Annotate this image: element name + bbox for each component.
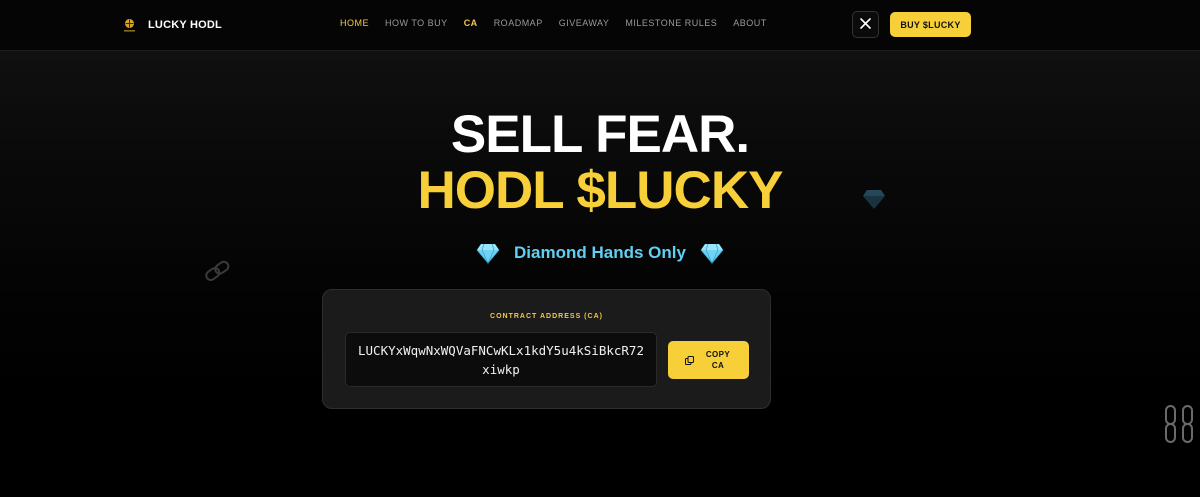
- contract-address-card: CONTRACT ADDRESS (CA) LUCKYxWqwNxWQVaFNC…: [322, 289, 771, 409]
- page: LUCKY HODL HOME HOW TO BUY CA ROADMAP GI…: [0, 0, 1200, 497]
- tagline-text: Diamond Hands Only: [514, 243, 686, 262]
- diamond-icon: [476, 242, 500, 264]
- nav-links: HOME HOW TO BUY CA ROADMAP GIVEAWAY MILE…: [340, 18, 767, 28]
- brand-name: LUCKY HODL: [148, 19, 222, 31]
- diamond-icon: [862, 188, 886, 215]
- brand[interactable]: LUCKY HODL: [121, 14, 222, 36]
- hero-title-line1: SELL FEAR.: [450, 105, 750, 164]
- nav-link-how-to-buy[interactable]: HOW TO BUY: [385, 18, 448, 28]
- tagline: Diamond Hands Only: [0, 242, 1200, 264]
- chain-link-icon: [203, 260, 233, 287]
- diamond-icon: [700, 242, 724, 264]
- hero-title-line2: HODL $LUCKY: [417, 161, 784, 220]
- nav-link-home[interactable]: HOME: [340, 18, 369, 28]
- nav-link-milestone-rules[interactable]: MILESTONE RULES: [625, 18, 717, 28]
- nav-link-ca[interactable]: CA: [464, 18, 478, 28]
- nav-link-about[interactable]: ABOUT: [733, 18, 767, 28]
- copy-ca-button[interactable]: COPY CA: [668, 341, 749, 379]
- contract-address-text: LUCKYxWqwNxWQVaFNCwKLx1kdY5u4kSiBkcR72xi…: [358, 342, 644, 377]
- top-nav: LUCKY HODL HOME HOW TO BUY CA ROADMAP GI…: [0, 0, 1200, 51]
- ca-label: CONTRACT ADDRESS (CA): [490, 313, 603, 320]
- nav-link-giveaway[interactable]: GIVEAWAY: [559, 18, 610, 28]
- copy-icon: [685, 353, 694, 368]
- nav-link-roadmap[interactable]: ROADMAP: [494, 18, 543, 28]
- chain-link-icon: [1163, 404, 1197, 451]
- contract-address-box[interactable]: LUCKYxWqwNxWQVaFNCwKLx1kdY5u4kSiBkcR72xi…: [345, 332, 657, 387]
- copy-ca-label: COPY CA: [705, 350, 731, 370]
- x-icon: [860, 16, 871, 34]
- buy-lucky-button[interactable]: BUY $LUCKY: [890, 12, 971, 37]
- lucky-logo-icon: [121, 17, 138, 34]
- x-social-button[interactable]: [852, 11, 879, 38]
